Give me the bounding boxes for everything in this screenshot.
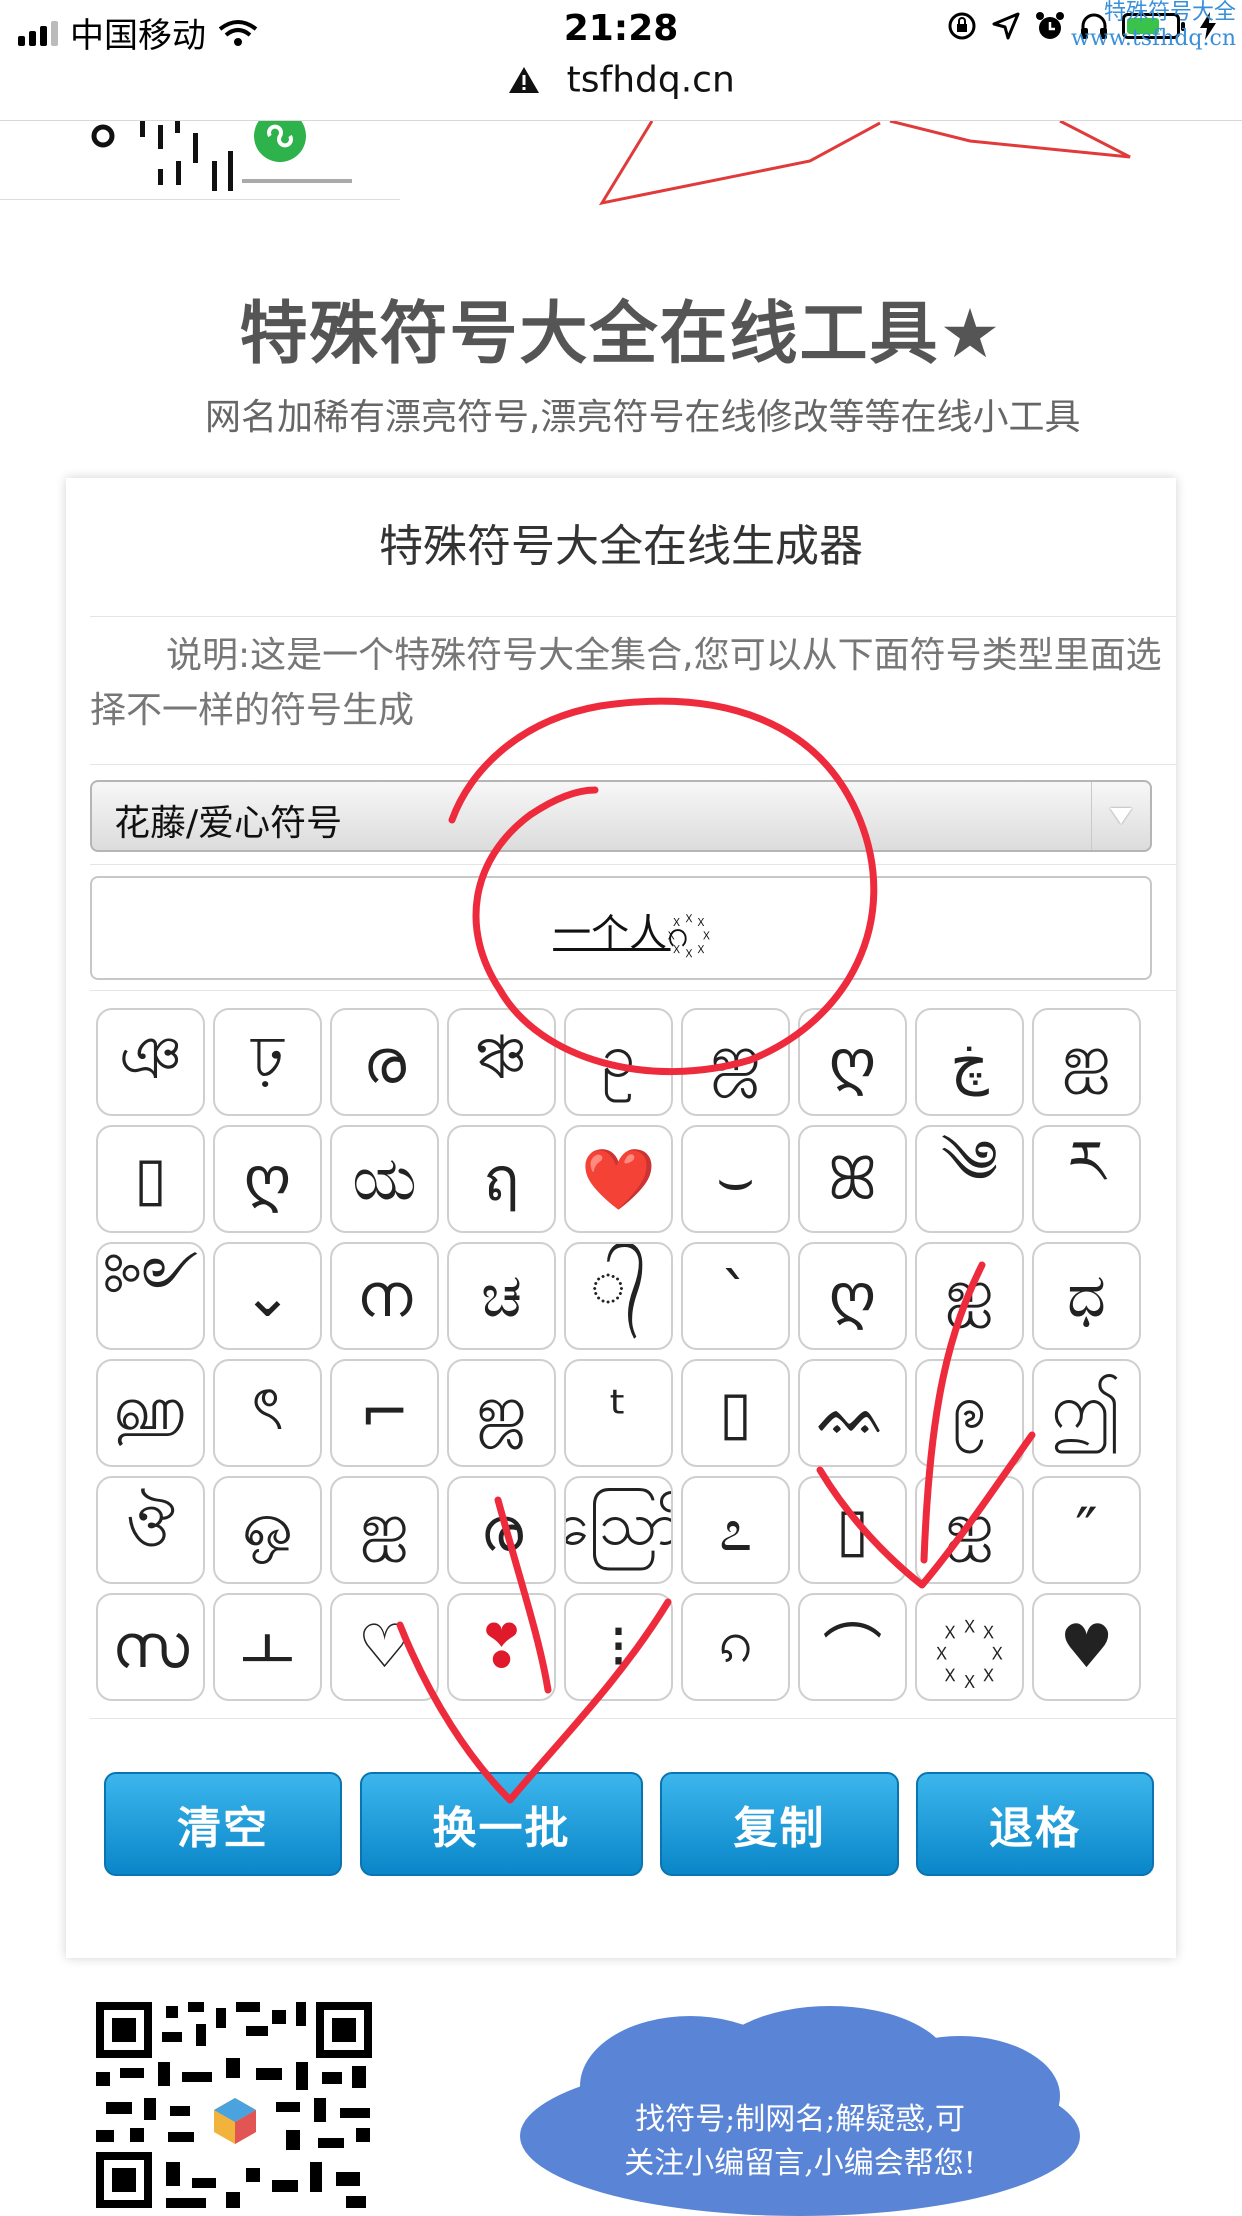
- action-buttons: 清空 换一批 复制 退格: [104, 1772, 1154, 1878]
- page-title: 特殊符号大全在线工具★: [239, 295, 1003, 374]
- symbol-cell[interactable]: ▯: [681, 1359, 790, 1467]
- symbol-cell[interactable]: ಯ: [330, 1125, 439, 1233]
- alarm-icon: [1036, 12, 1064, 39]
- symbol-cell[interactable]: ဤ: [1032, 1359, 1141, 1467]
- symbol-cell[interactable]: ᭄: [564, 1242, 673, 1350]
- symbol-cell[interactable]: ⌄: [213, 1242, 322, 1350]
- rotation-lock-icon: [948, 12, 976, 40]
- symbol-cell[interactable]: ❣: [447, 1593, 556, 1701]
- symbol-cell[interactable]: ஐ: [1032, 1008, 1141, 1116]
- refresh-button[interactable]: 换一批: [360, 1772, 643, 1876]
- symbol-cell[interactable]: സ: [96, 1593, 205, 1701]
- symbol-cell[interactable]: ꙰: [915, 1593, 1024, 1701]
- clear-button[interactable]: 清空: [104, 1772, 342, 1876]
- symbol-cell[interactable]: ღ: [798, 1008, 907, 1116]
- symbol-cell[interactable]: ˋ: [681, 1242, 790, 1350]
- symbol-cell[interactable]: ▯: [96, 1125, 205, 1233]
- banner-mini-program[interactable]: [0, 121, 400, 200]
- symbol-cell[interactable]: ര: [330, 1008, 439, 1116]
- output-field[interactable]: 一个人ဂ꙰: [90, 876, 1152, 980]
- symbol-cell[interactable]: ฤ: [447, 1125, 556, 1233]
- symbol-cell[interactable]: ༄: [915, 1125, 1024, 1233]
- symbol-cell[interactable]: ⁝: [564, 1593, 673, 1701]
- symbol-generator-panel: 特殊符号大全在线生成器 说明:这是一个特殊符号大全集合,您可以从下面符号类型里面…: [66, 478, 1176, 1958]
- symbol-row: ঔ ஒ ஐ ര ဪ ೭ ▯ ஐ ″: [96, 1476, 1156, 1584]
- symbol-cell[interactable]: ೭: [681, 1476, 790, 1584]
- page-subtitle: 网名加稀有漂亮符号,漂亮符号在线修改等等在线小工具: [205, 397, 1081, 438]
- symbol-cell[interactable]: ㅗ: [213, 1593, 322, 1701]
- banner-star-shape: [598, 121, 1131, 206]
- symbol-cell[interactable]: ″: [1032, 1476, 1141, 1584]
- location-icon: [992, 12, 1020, 40]
- symbol-cell[interactable]: ಧ: [1032, 1242, 1141, 1350]
- symbol-cell[interactable]: ஐ: [330, 1476, 439, 1584]
- symbol-cell[interactable]: ⌣: [681, 1125, 790, 1233]
- symbol-row: ঞ ঢ় ര ঞ্চ ဥ ஜ ღ ڿ ஐ: [96, 1008, 1156, 1116]
- symbol-cell[interactable]: ᨐ: [798, 1359, 907, 1467]
- symbol-cell[interactable]: ന: [330, 1242, 439, 1350]
- category-select[interactable]: 花藤/爱心符号: [90, 780, 1152, 852]
- symbol-cell[interactable]: ಚ: [447, 1242, 556, 1350]
- symbol-cell[interactable]: ঢ়: [213, 1008, 322, 1116]
- symbol-cell[interactable]: ༻: [96, 1242, 205, 1350]
- symbol-cell[interactable]: ၵ: [681, 1593, 790, 1701]
- backspace-button[interactable]: 退格: [916, 1772, 1154, 1876]
- symbol-cell[interactable]: ꕤ: [798, 1125, 907, 1233]
- url-bar[interactable]: tsfhdq.cn: [0, 58, 1242, 121]
- symbol-row: ஹ ৎ ⌐ ஜ ᵗ ▯ ᨐ ဨ ဤ: [96, 1359, 1156, 1467]
- divider: [90, 616, 1176, 617]
- symbol-cell[interactable]: ஐ: [915, 1476, 1024, 1584]
- cloud-message: 找符号;制网名;解疑惑,可 关注小编留言,小编会帮您!: [560, 2098, 1040, 2186]
- symbol-cell[interactable]: ཪ: [1032, 1125, 1141, 1233]
- category-select-value: 花藤/爱心符号: [114, 803, 343, 844]
- divider: [90, 990, 1176, 991]
- symbol-cell[interactable]: ஜ: [681, 1008, 790, 1116]
- cloud-line: 关注小编留言,小编会帮您!: [624, 2146, 976, 2181]
- symbol-cell[interactable]: ♡: [330, 1593, 439, 1701]
- symbol-cell[interactable]: ဪ: [564, 1476, 673, 1584]
- cloud-line: 找符号;制网名;解疑惑,可: [635, 2102, 965, 2137]
- symbol-cell[interactable]: ♥: [1032, 1593, 1141, 1701]
- divider: [90, 1718, 1176, 1719]
- watermark: 特殊符号大全 www.tsfhdq.cn: [1071, 0, 1236, 51]
- symbol-cell[interactable]: ৎ: [213, 1359, 322, 1467]
- symbol-cell[interactable]: ဨ: [915, 1359, 1024, 1467]
- symbol-cell[interactable]: ❤️: [564, 1125, 673, 1233]
- output-text: 一个人ဂ꙰: [553, 911, 689, 955]
- symbol-cell[interactable]: ঞ: [96, 1008, 205, 1116]
- symbol-cell[interactable]: ᵗ: [564, 1359, 673, 1467]
- symbol-row: സ ㅗ ♡ ❣ ⁝ ၵ ⌒ ꙰ ♥: [96, 1593, 1156, 1701]
- symbol-cell[interactable]: ஒ: [213, 1476, 322, 1584]
- divider: [90, 864, 1176, 865]
- symbol-row: ▯ ღ ಯ ฤ ❤️ ⌣ ꕤ ༄ ཪ: [96, 1125, 1156, 1233]
- symbol-cell[interactable]: ஐ: [915, 1242, 1024, 1350]
- status-bar: 中国移动 21:28 特殊符号大全 www.tsfhdq.cn: [0, 0, 1242, 60]
- symbol-cell[interactable]: ဥ: [564, 1008, 673, 1116]
- warning-icon: [509, 67, 540, 93]
- divider: [90, 764, 1176, 765]
- symbol-cell[interactable]: ஹ: [96, 1359, 205, 1467]
- symbol-row: ༻ ⌄ ന ಚ ᭄ ˋ ღ ஐ ಧ: [96, 1242, 1156, 1350]
- symbol-cell[interactable]: ര: [447, 1476, 556, 1584]
- url-text: tsfhdq.cn: [566, 59, 735, 101]
- qr-code-icon: [96, 2002, 372, 2208]
- symbol-cell[interactable]: ⌐: [330, 1359, 439, 1467]
- symbol-cell[interactable]: ஜ: [447, 1359, 556, 1467]
- symbol-cell[interactable]: ⌒: [798, 1593, 907, 1701]
- copy-button[interactable]: 复制: [660, 1772, 899, 1876]
- chevron-down-icon: [1091, 782, 1150, 850]
- symbol-cell[interactable]: ঔ: [96, 1476, 205, 1584]
- symbol-cell[interactable]: ڿ: [915, 1008, 1024, 1116]
- symbol-cell[interactable]: ▯: [798, 1476, 907, 1584]
- symbol-grid: ঞ ঢ় ര ঞ্চ ဥ ஜ ღ ڿ ஐ ▯ ღ ಯ ฤ ❤️ ⌣ ꕤ ༄ ཪ …: [96, 1008, 1156, 1710]
- symbol-cell[interactable]: ঞ্চ: [447, 1008, 556, 1116]
- symbol-cell[interactable]: ღ: [213, 1125, 322, 1233]
- mini-program-code-icon: [91, 121, 352, 191]
- symbol-cell[interactable]: ღ: [798, 1242, 907, 1350]
- description-text: 说明:这是一个特殊符号大全集合,您可以从下面符号类型里面选择不一样的符号生成: [90, 635, 1162, 731]
- panel-title: 特殊符号大全在线生成器: [379, 521, 863, 572]
